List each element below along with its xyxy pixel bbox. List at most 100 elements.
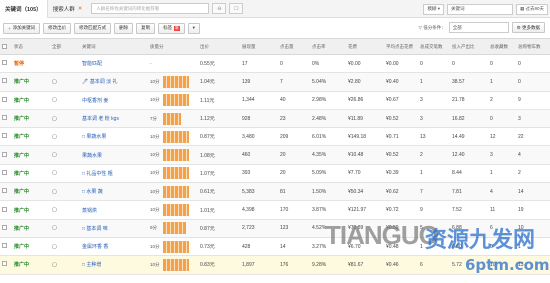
row-checkbox-cell[interactable] [0,109,12,129]
row-checkbox[interactable] [2,151,7,157]
column-header[interactable]: 总购物车数 [516,38,550,55]
cell-bid[interactable]: 1.01元 [198,200,240,220]
row-checkbox[interactable] [2,243,7,249]
row-checkbox-cell[interactable] [0,72,12,92]
select-all-checkbox-cell[interactable] [0,38,12,55]
cell-bid[interactable]: 0.87元 [198,127,240,147]
row-checkbox-cell[interactable] [0,54,12,74]
cell-kw[interactable]: 中枢香剂 姜 [80,91,148,110]
column-header[interactable]: 投入产出比 [450,38,488,55]
table-row[interactable]: 推广中 ▢ 果蔬水果 10分 1.08元 460 20 4.35% ¥10.48 ¥0.52 2 12… [0,145,550,165]
column-header[interactable]: 花费 [346,38,384,55]
row-checkbox[interactable] [2,224,7,230]
column-header[interactable]: 点击率 [310,38,346,55]
table-row[interactable]: 推广中 ▢ 中枢香剂 姜 10分 1.11元 1,344 40 2.98% ¥26.86 ¥0.6… [0,91,550,110]
cell-kw[interactable]: 🖊 基本调 淡 礼 [80,72,148,92]
keyword-filter-input[interactable]: 关键词 [446,3,513,15]
table-row[interactable]: 推广中 ▢ 蒸锅烘 10分 1.01元 4,398 170 3.87% ¥121.97 ¥0.72… [0,200,550,220]
cell-status[interactable]: 暂停 [12,54,50,74]
row-checkbox[interactable] [2,133,7,139]
column-header[interactable]: 关键词 [80,38,148,55]
column-header[interactable]: 全部 [50,38,80,55]
cell-kw[interactable]: □ 礼品中性 粗 [80,164,148,184]
cell-bid[interactable]: 0.83元 [198,255,240,275]
cell-kw[interactable]: 蒸锅烘 [80,200,148,220]
table-row[interactable]: 推广中 ▢ 基本调 老 粉 kgs 7分 1.12元 928 23 2.48% ¥11.89 ¥0… [0,109,550,129]
cell-status[interactable]: 推广中 [12,91,50,110]
cell-kw[interactable]: 果蔬水果 [80,145,148,165]
copy-button[interactable]: 复制 [136,22,156,34]
cell-bid[interactable]: 0.87元 [198,219,240,238]
table-row[interactable]: 推广中 ▢ □ 主种增 10分 0.83元 1,897 176 9.28% ¥81.67 ¥0.4… [0,255,550,275]
row-checkbox[interactable] [2,115,7,121]
cell-bid[interactable]: 1.07元 [198,164,240,184]
tab-keywords[interactable]: 关键词（105） [0,0,48,18]
table-row[interactable]: 推广中 ▢ 金属环香 香 10分 0.73元 428 14 3.27% ¥6.70 ¥0.48 1 6… [0,237,550,257]
table-row[interactable]: 推广中 ▢ □ 基本调 味 9分 0.87元 2,723 123 4.52% ¥72.89 ¥0.… [0,219,550,238]
cell-kw[interactable]: 智能匹配 [80,54,148,74]
row-checkbox[interactable] [2,261,7,267]
row-checkbox-cell[interactable] [0,164,12,184]
column-header[interactable]: 总收藏数 [488,38,516,55]
select-all-checkbox[interactable] [2,43,7,49]
crowd-search-input[interactable]: 人群名称找关键词的转化推荐看 [91,3,210,14]
row-checkbox-cell[interactable] [0,127,12,147]
more-data-button[interactable]: ⚙ 更多数据 [511,22,545,33]
date-range-picker[interactable]: ▦ 过去90天 [515,3,548,15]
cell-kw[interactable]: □ 水果 蔬 [80,182,148,202]
row-checkbox[interactable] [2,60,7,66]
cell-bid[interactable]: 1.04元 [198,72,240,92]
row-checkbox[interactable] [2,78,7,84]
cell-status[interactable]: 推广中 [12,182,50,202]
tag-button[interactable]: 标签新 [158,22,185,34]
row-checkbox-cell[interactable] [0,91,12,110]
table-row[interactable]: 推广中 ▢ □ 水果 蔬 10分 0.61元 5,383 81 1.50% ¥50.34 ¥0.6… [0,182,550,202]
column-header[interactable]: 出价 [198,38,240,55]
row-checkbox[interactable] [2,96,7,102]
modify-match-button[interactable]: 修改匹配方式 [74,22,112,34]
modify-bid-button[interactable]: 修改出价 [43,22,72,34]
row-checkbox-cell[interactable] [0,237,12,257]
cell-kw[interactable]: □ 主种增 [80,255,148,275]
match-mode-select[interactable]: 模糊 ▾ [423,3,444,15]
cell-bid[interactable]: 0.73元 [198,237,240,257]
table-row[interactable]: 推广中 ▢ □ 果蔬水果 10分 0.87元 3,480 209 6.01% ¥149.18 ¥0… [0,127,550,147]
column-header[interactable]: 展现量 [240,38,278,55]
cell-kw[interactable]: □ 果蔬水果 [80,127,148,147]
column-header[interactable]: 平均点击花费 [384,38,418,55]
table-row[interactable]: 推广中 ▢ 🖊 基本调 淡 礼 10分 1.04元 139 7 5.04% ¥2.80 ¥0.40… [0,72,550,92]
row-checkbox-cell[interactable] [0,255,12,275]
cell-bid[interactable]: 1.11元 [198,91,240,110]
table-row[interactable]: 暂停 智能匹配 - 0.55元 17 0 0% ¥0.00 ¥0.00 0 0 0 0 [0,54,550,74]
add-keyword-button[interactable]: + 添加关键词 [3,22,41,34]
cell-status[interactable]: 推广中 [12,127,50,147]
cell-status[interactable]: 推广中 [12,200,50,220]
row-checkbox[interactable] [2,188,7,194]
row-checkbox-cell[interactable] [0,219,12,238]
cell-status[interactable]: 推广中 [12,164,50,184]
cell-kw[interactable]: □ 基本调 味 [80,219,148,238]
row-checkbox-cell[interactable] [0,182,12,202]
minus-icon[interactable]: ⊖ [212,3,227,14]
cell-bid[interactable]: 0.55元 [198,54,240,74]
tab-search-crowd[interactable]: 搜索人群 ✕ [48,0,88,18]
cell-status[interactable]: 推广中 [12,72,50,92]
row-checkbox-cell[interactable] [0,200,12,220]
cell-status[interactable]: 推广中 [12,219,50,238]
cell-kw[interactable]: 金属环香 香 [80,237,148,257]
cell-bid[interactable]: 0.61元 [198,182,240,202]
cell-bid[interactable]: 1.08元 [198,145,240,165]
table-row[interactable]: 推广中 ▢ □ 礼品中性 粗 10分 1.07元 393 20 5.09% ¥7.70 ¥0.39… [0,164,550,184]
more-dropdown-button[interactable]: ▾ [187,22,200,34]
square-icon[interactable]: ☐ [229,3,244,14]
column-header[interactable]: 总成交笔数 [418,38,450,55]
column-header[interactable]: 状态 [12,38,50,55]
close-icon[interactable]: ✕ [78,6,83,12]
low-score-filter-select[interactable]: 全部 [448,22,509,33]
row-checkbox[interactable] [2,206,7,212]
row-checkbox-cell[interactable] [0,145,12,165]
row-checkbox[interactable] [2,169,7,175]
cell-kw[interactable]: 基本调 老 粉 kgs [80,109,148,129]
column-header[interactable]: 点击量 [278,38,310,55]
cell-status[interactable]: 推广中 [12,237,50,257]
